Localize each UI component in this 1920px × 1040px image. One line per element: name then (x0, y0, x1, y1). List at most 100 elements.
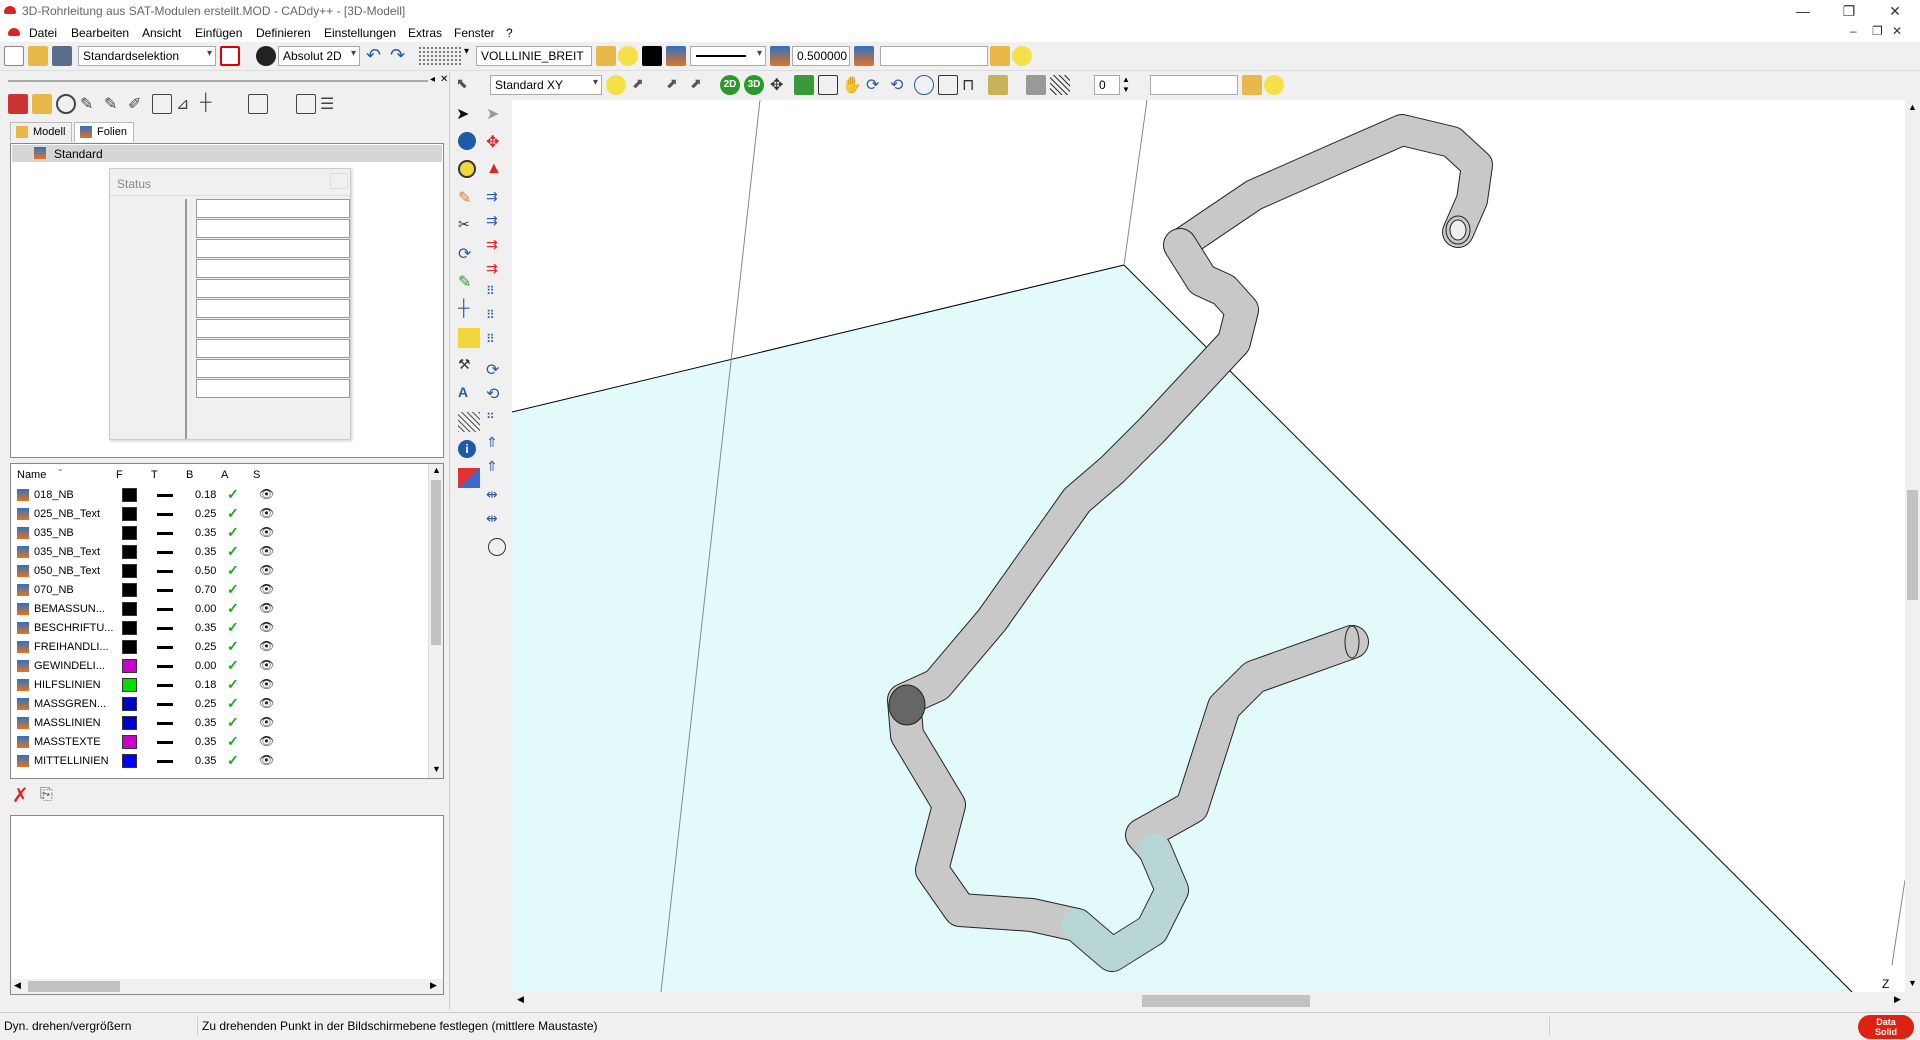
layer-linetype[interactable] (157, 722, 173, 725)
layers-icon[interactable] (666, 46, 686, 66)
panel-pin-icon[interactable]: ◂ (430, 74, 435, 85)
hscroll-right-icon[interactable]: ▶ (1894, 994, 1901, 1005)
layer-linetype[interactable] (157, 513, 173, 516)
pointer-light-icon[interactable]: ➤ (486, 104, 508, 124)
layer-width[interactable]: 0.25 (195, 508, 216, 520)
zoom-extent-icon[interactable] (938, 75, 958, 95)
view-light-icon[interactable] (606, 75, 626, 95)
spin-icon[interactable]: ▲ ▼ (1122, 75, 1134, 95)
layer-width[interactable]: 0.18 (195, 679, 216, 691)
layer-linetype[interactable] (157, 551, 173, 554)
layer-linetype[interactable] (157, 627, 173, 630)
eye-icon[interactable]: 👁 (259, 544, 274, 558)
dots-icon-2[interactable]: ⠿ (486, 308, 508, 328)
clip-icon[interactable]: ⎘ (40, 786, 58, 808)
triangle-icon[interactable]: ▲ (486, 160, 508, 180)
col-name[interactable]: Name (17, 469, 46, 481)
menu-datei[interactable]: Datei (29, 26, 57, 40)
mirror-icon-2[interactable]: ⇹ (486, 510, 508, 530)
layer-width[interactable]: 0.35 (195, 622, 216, 634)
menu-help[interactable]: ? (506, 26, 513, 40)
zoom-window-icon[interactable] (818, 75, 838, 95)
selection-color-icon[interactable] (220, 46, 240, 66)
status-dialog-close-button[interactable] (330, 173, 348, 189)
scissors-icon[interactable]: ✂ (458, 216, 480, 236)
search-folder-icon[interactable] (990, 46, 1010, 66)
line-type-dropdown-icon[interactable]: ▾ (464, 46, 474, 66)
layer-row[interactable]: MASSGREN... 0.25 ✓ 👁 (11, 695, 429, 714)
grid-icon[interactable] (418, 46, 462, 66)
pan-icon[interactable]: ✋ (842, 75, 862, 95)
search-field-1[interactable] (880, 46, 988, 66)
eye-icon[interactable]: 👁 (259, 677, 274, 691)
light-bulb-icon[interactable] (1012, 46, 1032, 66)
checkmark-icon[interactable]: ✓ (227, 543, 239, 560)
layer-color-swatch[interactable] (122, 697, 137, 711)
restore-button[interactable]: ❐ (1826, 0, 1872, 24)
dimension-icon[interactable]: ⊿ (176, 94, 196, 114)
viewport-vscroll[interactable]: ▲ ▼ (1905, 100, 1920, 992)
layer-row[interactable]: 025_NB_Text 0.25 ✓ 👁 (11, 505, 429, 524)
layer-row[interactable]: BEMASSUN... 0.00 ✓ 👁 (11, 600, 429, 619)
checkmark-icon[interactable]: ✓ (227, 657, 239, 674)
layers-icon-2[interactable] (770, 46, 790, 66)
layer-color-swatch[interactable] (122, 583, 137, 597)
arrows-right-icon-2[interactable]: ⇉ (486, 212, 508, 232)
dots-icon-1[interactable]: ⠿ (486, 284, 508, 304)
checkmark-icon[interactable]: ✓ (227, 733, 239, 750)
line-width-field[interactable]: 0.500000 (792, 46, 850, 66)
menu-definieren[interactable]: Definieren (256, 26, 311, 40)
layer-linetype[interactable] (157, 703, 173, 706)
view-3d-button[interactable]: 3D (744, 75, 764, 95)
layer-width[interactable]: 0.35 (195, 546, 216, 558)
layer-color-swatch[interactable] (122, 564, 137, 578)
bottom-scroll-thumb[interactable] (28, 981, 120, 992)
view-tool-icon-1[interactable]: ⬈ (632, 75, 652, 95)
pencil-icon[interactable]: ✎ (80, 94, 100, 114)
layer-row[interactable]: 018_NB 0.18 ✓ 👁 (11, 486, 429, 505)
checkmark-icon[interactable]: ✓ (227, 562, 239, 579)
edit-icon[interactable]: ✎ (104, 94, 124, 114)
eye-icon[interactable]: 👁 (259, 487, 274, 501)
col-a[interactable]: A (221, 469, 228, 481)
arrows-right-icon-1[interactable]: ⇉ (486, 188, 508, 208)
layer-row[interactable]: 035_NB 0.35 ✓ 👁 (11, 524, 429, 543)
text-icon[interactable]: A (458, 384, 480, 404)
cross-dashed-icon[interactable]: ┼ (458, 300, 480, 320)
layer-linetype[interactable] (157, 532, 173, 535)
layer-row[interactable]: HILFSLINIEN 0.18 ✓ 👁 (11, 676, 429, 695)
col-f[interactable]: F (116, 469, 123, 481)
checkmark-icon[interactable]: ✓ (227, 486, 239, 503)
eye-icon[interactable]: 👁 (259, 582, 274, 596)
menu-einfuegen[interactable]: Einfügen (195, 26, 242, 40)
menu-einstellungen[interactable]: Einstellungen (324, 26, 396, 40)
mirror-icon-1[interactable]: ⇹ (486, 486, 508, 506)
layer-color-swatch[interactable] (122, 526, 137, 540)
layer-linetype[interactable] (157, 570, 173, 573)
scroll-down-icon[interactable]: ▼ (432, 764, 441, 774)
layer-width[interactable]: 0.50 (195, 565, 216, 577)
cube-icon[interactable] (296, 94, 316, 114)
box-icon[interactable] (248, 94, 268, 114)
layer-folder-icon[interactable] (596, 46, 616, 66)
redo-icon[interactable]: ↷ (390, 46, 410, 66)
bottom-hscroll[interactable]: ◀ ▶ (11, 979, 443, 994)
layer-linetype[interactable] (157, 589, 173, 592)
layer-width[interactable]: 0.25 (195, 641, 216, 653)
up-arrow-icon-1[interactable]: ⇑ (486, 434, 508, 454)
zoom-in-icon[interactable]: ⟳ (866, 75, 886, 95)
view-tool-icon-2[interactable]: ⬈ (666, 75, 686, 95)
close-button[interactable]: ✕ (1872, 0, 1918, 24)
layer-color-swatch[interactable] (122, 678, 137, 692)
eye-icon[interactable]: 👁 (259, 696, 274, 710)
vscroll-down-icon[interactable]: ▼ (1908, 978, 1917, 988)
viewport-canvas[interactable]: Z (512, 100, 1905, 992)
layer-color-swatch[interactable] (122, 507, 137, 521)
snap-icon[interactable] (256, 46, 276, 66)
green-pen-icon[interactable]: ✎ (458, 272, 480, 292)
checkmark-icon[interactable]: ✓ (227, 752, 239, 769)
layer-row[interactable]: BESCHRIFTU... 0.35 ✓ 👁 (11, 619, 429, 638)
layer-color-swatch[interactable] (122, 621, 137, 635)
view-2d-button[interactable]: 2D (720, 75, 740, 95)
view-bulb-icon[interactable] (1264, 75, 1284, 95)
